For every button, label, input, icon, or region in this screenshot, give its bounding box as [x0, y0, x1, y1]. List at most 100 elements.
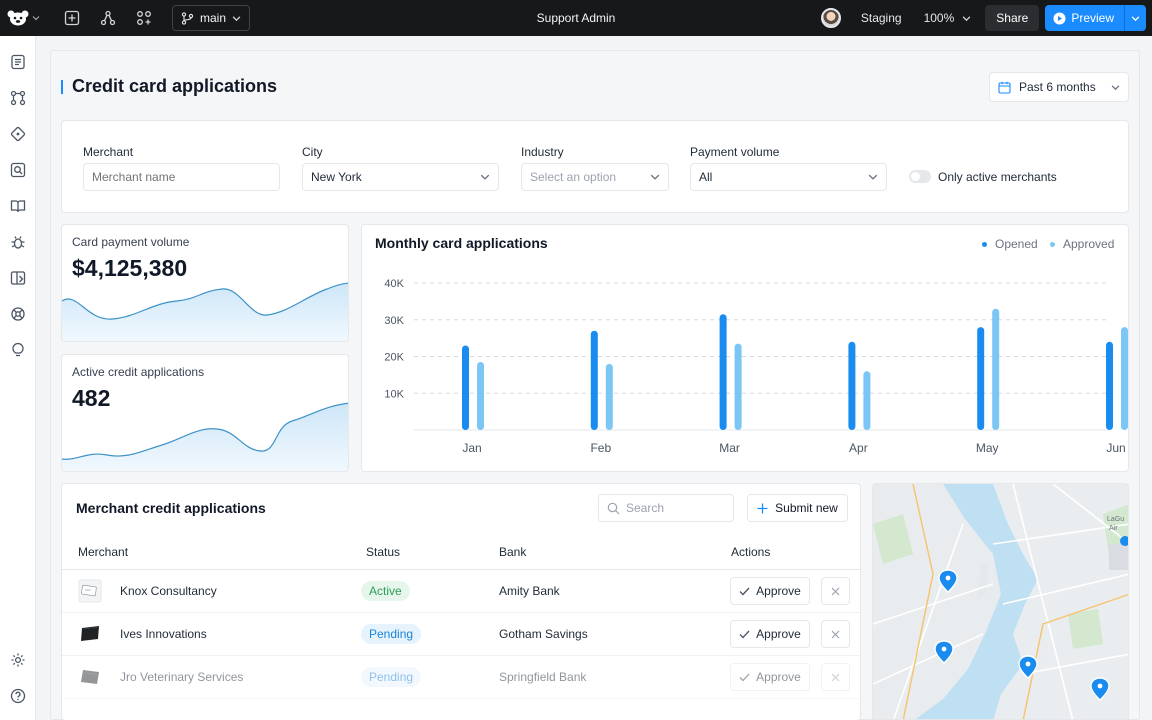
- workflow-button[interactable]: [90, 0, 126, 36]
- check-icon: [739, 587, 750, 595]
- submit-new-button[interactable]: Submit new: [747, 494, 848, 522]
- chevron-down-icon: [962, 15, 971, 21]
- industry-filter-label: Industry: [521, 145, 564, 159]
- sidebar-debug[interactable]: [8, 232, 28, 252]
- zoom-level: 100%: [923, 11, 955, 25]
- x-tick-label: Mar: [719, 441, 740, 455]
- column-header-status[interactable]: Status: [366, 545, 400, 559]
- status-badge: Active: [361, 581, 410, 601]
- sidebar-ideas[interactable]: [8, 340, 28, 360]
- status-badge: Pending: [361, 667, 422, 687]
- bar-chart: 10K 20K 30K 40K Jan Feb Mar Apr May Jun: [384, 278, 1128, 455]
- git-icon: [10, 126, 26, 142]
- app-logo-menu[interactable]: [0, 0, 46, 36]
- chevron-down-icon: [868, 174, 878, 180]
- merchant-name: Ives Innovations: [120, 627, 207, 641]
- close-icon: [831, 673, 840, 681]
- reject-button[interactable]: [821, 620, 850, 648]
- workflow-icon: [100, 10, 116, 26]
- add-component-button[interactable]: [54, 0, 90, 36]
- payment-volume-sparkline: [62, 282, 348, 341]
- payment-volume-select[interactable]: All: [690, 163, 887, 191]
- active-merchants-toggle[interactable]: [909, 170, 931, 183]
- title-accent-bar: [61, 80, 63, 94]
- table-title: Merchant credit applications: [76, 500, 266, 516]
- y-tick-label: 40K: [384, 278, 404, 290]
- share-button[interactable]: Share: [985, 5, 1040, 31]
- preview-button[interactable]: Preview: [1045, 5, 1124, 31]
- city-select[interactable]: New York: [302, 163, 499, 191]
- date-range-select[interactable]: Past 6 months: [989, 72, 1129, 102]
- column-header-bank[interactable]: Bank: [499, 545, 526, 559]
- approve-label: Approve: [756, 627, 801, 641]
- stat-label: Active credit applications: [72, 365, 205, 379]
- preview-options-button[interactable]: [1124, 5, 1146, 31]
- bug-icon: [11, 236, 25, 249]
- x-tick-label: Jan: [462, 441, 481, 455]
- top-bar: main Support Admin Staging 100% Share Pr…: [0, 0, 1152, 36]
- bar-approved: [605, 363, 613, 430]
- bar-opened: [1106, 341, 1113, 430]
- preview-button-group: Preview: [1045, 5, 1146, 31]
- modules-icon: [137, 11, 151, 25]
- merchant-logo: [78, 665, 102, 689]
- merchant-map[interactable]: LaGu Air: [872, 483, 1129, 720]
- search-data-icon: [10, 162, 26, 178]
- components-icon: [10, 90, 26, 106]
- sidebar-help[interactable]: [8, 686, 28, 706]
- column-header-merchant[interactable]: Merchant: [78, 545, 128, 559]
- left-sidebar: [0, 36, 36, 720]
- table-search-input[interactable]: Search: [598, 494, 734, 522]
- user-avatar[interactable]: [820, 8, 841, 28]
- branch-name: main: [200, 11, 227, 25]
- calendar-icon: [998, 81, 1011, 94]
- stat-label: Card payment volume: [72, 235, 190, 249]
- submit-new-label: Submit new: [775, 501, 838, 515]
- y-tick-label: 30K: [384, 315, 404, 327]
- industry-select[interactable]: Select an option: [521, 163, 669, 191]
- bar-opened: [977, 327, 985, 430]
- sidebar-pages[interactable]: [8, 52, 28, 72]
- search-placeholder: Search: [626, 501, 665, 515]
- chevron-down-icon: [32, 16, 39, 21]
- pages-icon: [11, 54, 25, 70]
- branch-selector[interactable]: main: [172, 5, 251, 31]
- y-tick-label: 10K: [384, 388, 404, 400]
- merchant-name-input[interactable]: [83, 163, 280, 191]
- sidebar-settings[interactable]: [8, 650, 28, 670]
- table-row[interactable]: Ives Innovations Pending Gotham Savings …: [62, 613, 860, 656]
- approve-button[interactable]: Approve: [730, 620, 810, 648]
- integrations-icon: [11, 307, 25, 321]
- close-icon: [831, 587, 840, 595]
- table-row[interactable]: Knox Consultancy Active Amity Bank Appro…: [62, 570, 860, 613]
- sidebar-source-control[interactable]: [8, 124, 28, 144]
- sidebar-docs[interactable]: [8, 196, 28, 216]
- sidebar-queries[interactable]: [8, 160, 28, 180]
- stat-value: $4,125,380: [72, 255, 188, 281]
- plus-icon: [757, 503, 768, 513]
- zoom-selector[interactable]: 100%: [924, 11, 972, 25]
- monthly-applications-chart-card: Monthly card applications Opened Approve…: [361, 224, 1129, 472]
- bank-name: Amity Bank: [499, 584, 560, 598]
- merchant-table-card: Merchant credit applications Search Subm…: [61, 483, 861, 720]
- sidebar-components[interactable]: [8, 88, 28, 108]
- settings-icon: [11, 653, 25, 667]
- approve-button[interactable]: Approve: [730, 577, 810, 605]
- active-applications-sparkline: [62, 402, 348, 471]
- reject-button[interactable]: [821, 577, 850, 605]
- modules-button[interactable]: [126, 0, 162, 36]
- sidebar-integrations[interactable]: [8, 304, 28, 324]
- table-row[interactable]: Jro Veterinary Services Pending Springfi…: [62, 656, 860, 699]
- sidebar-library[interactable]: [8, 268, 28, 288]
- approve-button[interactable]: Approve: [730, 663, 810, 691]
- bar-opened: [590, 330, 598, 430]
- chevron-down-icon: [232, 15, 241, 21]
- bar-opened: [848, 341, 856, 430]
- map-label: LaGu: [1107, 516, 1125, 523]
- chevron-down-icon: [480, 174, 490, 180]
- environment-selector[interactable]: Staging: [861, 11, 902, 25]
- map-label: Air: [1109, 525, 1118, 532]
- approve-label: Approve: [756, 670, 801, 684]
- reject-button[interactable]: [821, 663, 850, 691]
- y-tick-label: 20K: [384, 352, 404, 364]
